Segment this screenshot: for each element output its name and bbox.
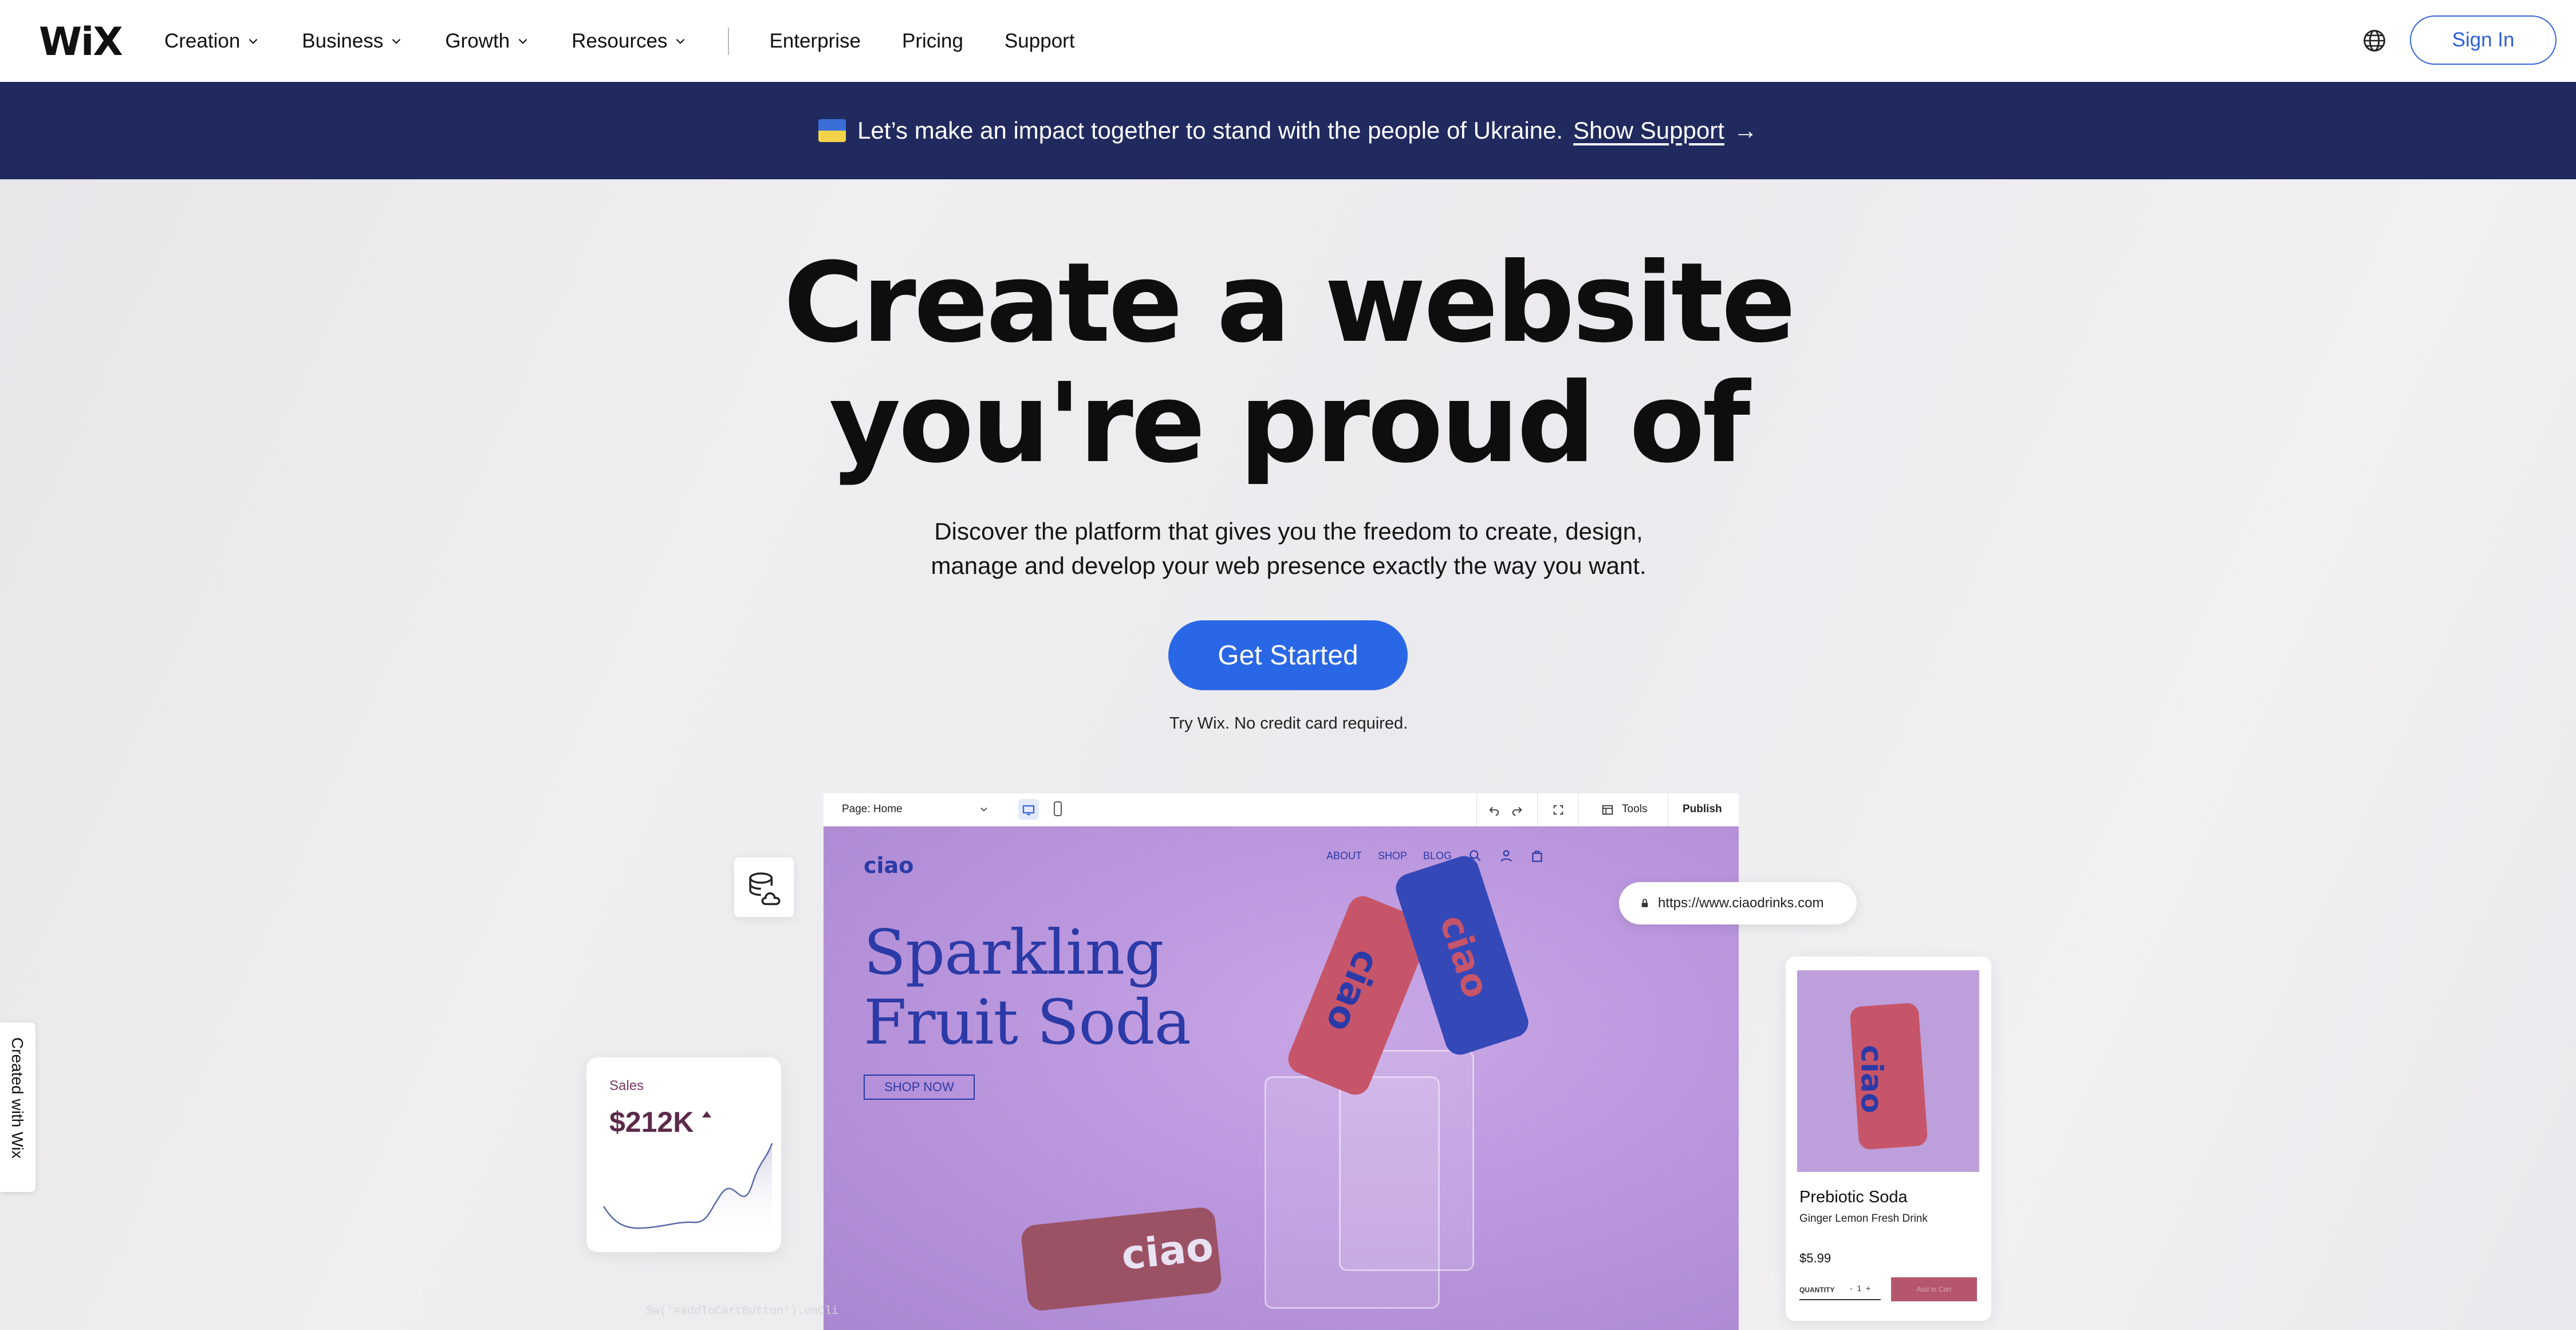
product-name: Prebiotic Soda	[1799, 1188, 1908, 1206]
nav-divider	[728, 27, 730, 55]
publish-button[interactable]: Publish	[1683, 803, 1722, 816]
sales-label: Sales	[609, 1078, 644, 1093]
site-title-line-1: Sparkling	[864, 917, 1164, 989]
sales-sparkline	[602, 1143, 773, 1241]
product-price: $5.99	[1799, 1251, 1831, 1265]
page-select[interactable]: Page: Home	[842, 803, 903, 816]
sales-widget: Sales $212K	[586, 1057, 781, 1252]
fit-screen-icon[interactable]	[1552, 804, 1565, 816]
undo-icon[interactable]	[1488, 804, 1500, 816]
nav-creation[interactable]: Creation	[164, 30, 261, 53]
product-can-label: ciao	[1854, 1045, 1889, 1113]
nav-growth-label: Growth	[445, 30, 510, 52]
nav-support[interactable]: Support	[1005, 30, 1075, 53]
nav-growth[interactable]: Growth	[445, 30, 530, 53]
created-with-wix-tab[interactable]: Created with Wix	[0, 1022, 36, 1192]
nav-business-label: Business	[302, 30, 384, 52]
product-card[interactable]: ciao Prebiotic Soda Ginger Lemon Fresh D…	[1786, 957, 1991, 1321]
product-image: ciao	[1797, 970, 1979, 1172]
site-url-pill[interactable]: https://www.ciaodrinks.com	[1619, 882, 1857, 924]
editor-toolbar: Page: Home Tools Publish	[824, 793, 1739, 827]
chevron-down-icon	[249, 38, 258, 44]
cart-icon[interactable]	[1530, 848, 1545, 863]
toolbar-divider	[1537, 793, 1538, 826]
mobile-view-icon[interactable]	[1054, 801, 1062, 816]
sign-in-button[interactable]: Sign In	[2410, 15, 2557, 65]
site-title-line-2: Fruit Soda	[864, 987, 1191, 1059]
hero-title-line-2: you're proud of	[829, 360, 1751, 487]
nav-resources[interactable]: Resources	[572, 30, 688, 53]
quantity-label: QUANTITY	[1799, 1286, 1835, 1294]
ghost-code-snippet: $w('#addToCartButton').onCli	[646, 1305, 839, 1318]
lock-icon	[1641, 899, 1648, 907]
hero-subtitle-line-2: manage and develop your web presence exa…	[931, 552, 1647, 579]
site-nav-blog[interactable]: BLOG	[1423, 850, 1452, 862]
redo-icon[interactable]	[1511, 804, 1523, 816]
nav-creation-label: Creation	[164, 30, 241, 52]
editor-preview: Page: Home Tools Publish ciao ABOUT SHOP…	[824, 793, 1739, 1330]
trend-up-icon	[702, 1111, 712, 1117]
hero-title: Create a website you're proud of	[630, 243, 1947, 484]
user-icon[interactable]	[1499, 848, 1514, 863]
banner-text: Let’s make an impact together to stand w…	[857, 117, 1563, 144]
show-support-link[interactable]: Show Support	[1573, 117, 1724, 144]
top-header: WiX Creation Business Growth Resources E…	[0, 0, 2576, 82]
tools-icon[interactable]	[1601, 804, 1614, 816]
product-description: Ginger Lemon Fresh Drink	[1799, 1213, 1928, 1225]
site-preview: ciao ABOUT SHOP BLOG Sparkling Fruit Sod…	[824, 827, 1739, 1330]
chevron-down-icon[interactable]	[978, 804, 990, 815]
chevron-down-icon	[518, 38, 527, 44]
main-nav: Creation Business Growth Resources Enter…	[164, 27, 1116, 55]
get-started-button[interactable]: Get Started	[1168, 620, 1408, 690]
nav-resources-label: Resources	[572, 30, 668, 52]
tools-label[interactable]: Tools	[1622, 803, 1647, 816]
quantity-stepper[interactable]: - 1 +	[1850, 1284, 1870, 1293]
database-icon	[749, 872, 781, 906]
hero-subtitle-line-1: Discover the platform that gives you the…	[934, 518, 1643, 545]
hero-title-line-1: Create a website	[783, 239, 1796, 367]
ukraine-banner: Let’s make an impact together to stand w…	[0, 82, 2576, 179]
created-with-wix-label: Created with Wix	[9, 1037, 26, 1159]
site-nav: ABOUT SHOP BLOG	[1326, 848, 1545, 863]
site-nav-shop[interactable]: SHOP	[1378, 850, 1407, 862]
quantity-underline	[1799, 1299, 1881, 1300]
site-url: https://www.ciaodrinks.com	[1658, 895, 1824, 911]
toolbar-divider	[1476, 793, 1477, 826]
cta-note: Try Wix. No credit card required.	[1169, 714, 1408, 733]
can-label: ciao	[1119, 1222, 1216, 1280]
shop-now-button[interactable]: SHOP NOW	[864, 1075, 975, 1100]
site-nav-about[interactable]: ABOUT	[1326, 850, 1362, 862]
nav-enterprise[interactable]: Enterprise	[769, 30, 861, 53]
ciao-logo[interactable]: ciao	[864, 853, 913, 878]
hero-subtitle: Discover the platform that gives you the…	[802, 514, 1775, 583]
minus-icon[interactable]: -	[1850, 1284, 1857, 1293]
toolbar-divider	[1578, 793, 1579, 826]
site-hero-title: Sparkling Fruit Soda	[864, 918, 1191, 1058]
chevron-down-icon	[392, 38, 401, 44]
desktop-view-icon[interactable]	[1018, 799, 1039, 820]
plus-icon[interactable]: +	[1861, 1284, 1870, 1293]
ukraine-flag-icon	[818, 119, 846, 142]
wix-logo[interactable]: WiX	[39, 19, 123, 65]
database-widget[interactable]	[734, 857, 794, 917]
chevron-down-icon	[676, 38, 685, 44]
nav-business[interactable]: Business	[302, 30, 404, 53]
globe-icon[interactable]	[2362, 28, 2387, 53]
add-to-cart-button[interactable]: Add to Cart	[1891, 1277, 1977, 1301]
arrow-right-icon[interactable]: →	[1734, 117, 1758, 144]
nav-pricing[interactable]: Pricing	[902, 30, 963, 53]
